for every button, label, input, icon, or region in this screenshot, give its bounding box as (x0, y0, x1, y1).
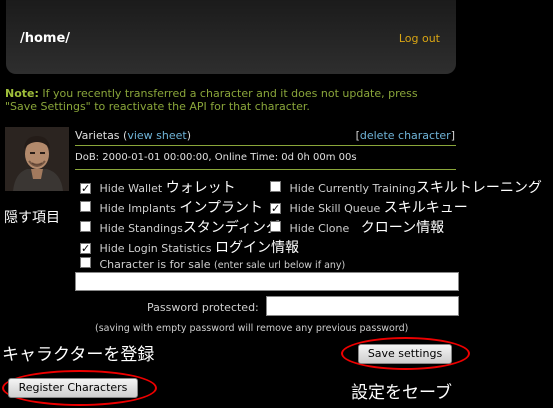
hide-login-stats-annotation: ログイン情報 (215, 240, 300, 256)
hide-clone-label: Hide Clone (289, 222, 350, 235)
option-hide-implants[interactable]: Hide Implants インプラント (80, 197, 263, 217)
hide-standings-checkbox[interactable] (80, 221, 91, 232)
hide-standings-annotation: スタンディング (182, 220, 280, 236)
notice-text: Note: If you recently transferred a char… (5, 87, 445, 113)
hide-skill-queue-label: Hide Skill Queue (289, 202, 381, 215)
option-hide-skill-queue[interactable]: Hide Skill Queue スキルキュー (270, 197, 468, 217)
hide-clone-checkbox[interactable] (270, 221, 281, 232)
hidden-items-annotation: 隠す項目 (4, 210, 60, 226)
hide-wallet-label: Hide Wallet (99, 182, 163, 195)
header-bar: /home/ Log out (6, 0, 456, 74)
notice-body: If you recently transferred a character … (5, 87, 418, 113)
option-hide-standings[interactable]: Hide Standingsスタンディング (80, 217, 280, 237)
hide-wallet-annotation: ウォレット (165, 180, 236, 196)
page-path: /home/ (20, 31, 71, 46)
register-annotation: キャラクターを登録 (2, 345, 155, 365)
save-settings-button[interactable]: Save settings (358, 344, 452, 364)
option-hide-wallet[interactable]: Hide Wallet ウォレット (80, 177, 236, 197)
logout-link[interactable]: Log out (399, 32, 440, 45)
for-sale-checkbox[interactable] (80, 257, 91, 268)
hide-login-stats-checkbox[interactable] (80, 243, 91, 254)
hide-training-annotation: スキルトレーニング (415, 180, 542, 196)
hide-implants-label: Hide Implants (99, 202, 176, 215)
password-input[interactable] (266, 296, 459, 316)
hide-training-label: Hide Currently Training (289, 182, 416, 195)
password-label: Password protected: (147, 301, 259, 314)
hide-skill-queue-checkbox[interactable] (270, 203, 281, 214)
hide-skill-queue-annotation: スキルキュー (383, 200, 468, 216)
for-sale-hint: (enter sale url below if any) (214, 260, 346, 271)
notice-label: Note: (5, 87, 39, 100)
character-portrait (5, 127, 69, 191)
delete-character-link[interactable]: delete character (360, 129, 451, 142)
hide-login-stats-label: Hide Login Statistics (99, 242, 212, 255)
hide-training-checkbox[interactable] (270, 181, 281, 192)
dob-online-time: DoB: 2000-01-01 00:00:00, Online Time: 0… (75, 152, 357, 163)
hide-clone-annotation: クローン情報 (360, 220, 445, 236)
hide-wallet-checkbox[interactable] (80, 183, 91, 194)
view-sheet-link[interactable]: view sheet (127, 129, 186, 142)
save-annotation: 設定をセーブ (351, 383, 452, 403)
hide-implants-annotation: インプラント (179, 200, 263, 216)
portrait-image (5, 127, 69, 191)
character-name: Varietas (75, 129, 120, 142)
divider (75, 169, 456, 170)
option-hide-training[interactable]: Hide Currently Trainingスキルトレーニング (270, 177, 542, 197)
register-characters-button[interactable]: Register Characters (8, 378, 138, 398)
sale-url-input[interactable] (75, 272, 459, 291)
option-hide-clone[interactable]: Hide Clone クローン情報 (270, 217, 444, 237)
for-sale-label: Character is for sale (99, 258, 211, 271)
hide-implants-checkbox[interactable] (80, 201, 91, 212)
divider (75, 145, 456, 146)
option-hide-login-stats[interactable]: Hide Login Statistics ログイン情報 (80, 237, 299, 257)
delete-character-wrap: [delete character] (355, 129, 455, 142)
character-name-row: Varietas (view sheet) [delete character] (75, 129, 455, 142)
password-note: (saving with empty password will remove … (95, 323, 409, 334)
paren-close: ) (186, 129, 192, 142)
hide-standings-label: Hide Standings (99, 222, 183, 235)
option-for-sale[interactable]: Character is for sale (enter sale url be… (80, 257, 345, 271)
